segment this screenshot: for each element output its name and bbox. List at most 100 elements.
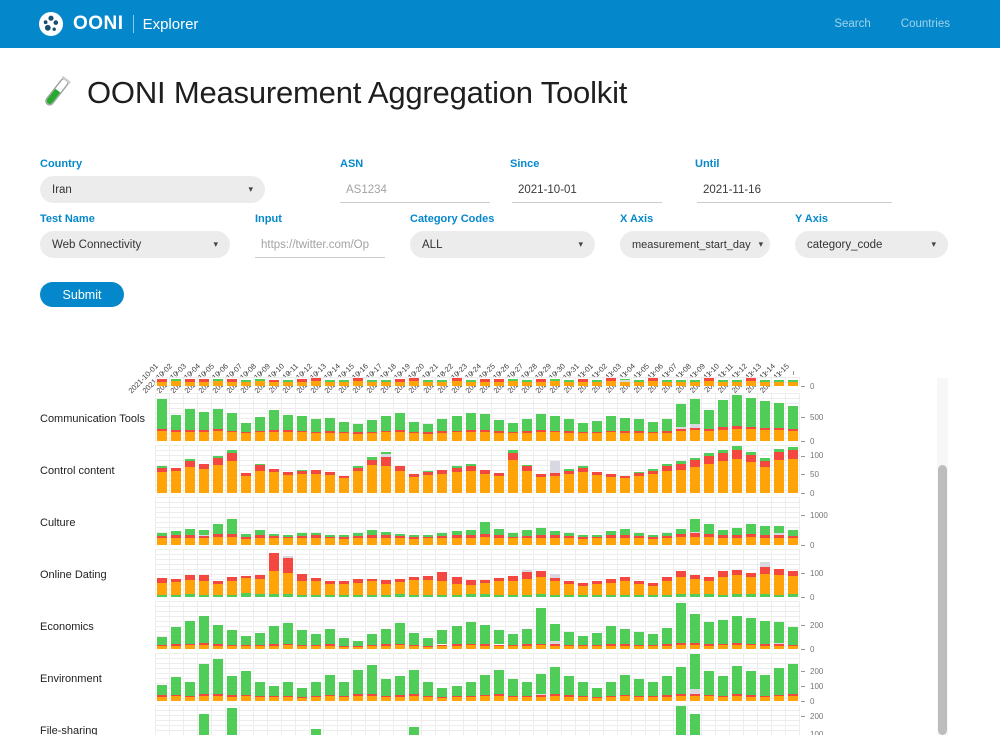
bar-segment-anomaly[interactable] [690,467,700,493]
bar-segment-ok[interactable] [634,679,644,696]
bar-segment-confirmed[interactable] [255,465,265,470]
bar-segment-anomaly[interactable] [550,581,560,594]
bar-segment-ok[interactable] [788,627,798,645]
bar-segment-anomaly[interactable] [606,381,616,386]
bar-segment-confirmed[interactable] [227,453,237,461]
bar-segment-anomaly[interactable] [522,579,532,595]
bar-segment-anomaly[interactable] [157,697,167,702]
bar-segment-anomaly[interactable] [213,537,223,545]
bar-segment-confirmed[interactable] [620,644,630,646]
bar-segment-ok[interactable] [676,380,686,382]
bar-segment-anomaly[interactable] [508,581,518,595]
bar-segment-confirmed[interactable] [409,694,419,696]
bar-segment-anomaly[interactable] [227,382,237,387]
bar-segment-confirmed[interactable] [662,695,672,697]
bar-segment-confirmed[interactable] [648,583,658,585]
bar-segment-confirmed[interactable] [452,577,462,584]
bar-segment-confirmed[interactable] [774,695,784,697]
bar-segment-ok[interactable] [409,535,419,537]
bar-segment-anomaly[interactable] [452,432,462,441]
bar-segment-confirmed[interactable] [592,697,602,698]
bar-segment-confirmed[interactable] [311,378,321,380]
bar-segment-ok[interactable] [564,380,574,382]
bar-segment-ok[interactable] [171,627,181,644]
bar-segment-ok[interactable] [297,630,307,644]
bar-segment-failure[interactable] [550,574,560,578]
test-name-select[interactable]: Web Connectivity ▾ [40,231,230,258]
bar-segment-anomaly[interactable] [676,431,686,441]
bar-segment-anomaly[interactable] [409,477,419,493]
bar-segment-ok[interactable] [241,636,251,646]
bar-segment-confirmed[interactable] [367,535,377,538]
bar-segment-confirmed[interactable] [227,379,237,381]
bar-segment-anomaly[interactable] [550,381,560,386]
bar-segment-anomaly[interactable] [353,538,363,545]
bar-segment-anomaly[interactable] [409,580,419,594]
bar-segment-confirmed[interactable] [297,645,307,646]
bar-segment-confirmed[interactable] [746,427,756,429]
bar-segment-confirmed[interactable] [788,645,798,646]
bar-segment-confirmed[interactable] [536,474,546,477]
bar-segment-anomaly[interactable] [269,432,279,441]
bar-segment-confirmed[interactable] [550,431,560,433]
bar-segment-confirmed[interactable] [241,576,251,578]
bar-segment-ok[interactable] [395,676,405,696]
bar-segment-anomaly[interactable] [241,696,251,701]
bar-segment-anomaly[interactable] [311,538,321,545]
bar-segment-ok[interactable] [788,406,798,429]
bar-segment-anomaly[interactable] [718,461,728,493]
bar-segment-ok[interactable] [550,379,560,381]
bar-segment-ok[interactable] [199,412,209,430]
bar-segment-confirmed[interactable] [662,431,672,433]
bar-segment-anomaly[interactable] [367,382,377,387]
bar-segment-ok[interactable] [774,526,784,533]
bar-segment-ok[interactable] [788,594,798,597]
bar-segment-ok[interactable] [367,530,377,535]
bar-segment-failure[interactable] [774,533,784,536]
bar-segment-confirmed[interactable] [606,695,616,696]
bar-segment-anomaly[interactable] [339,382,349,387]
bar-segment-confirmed[interactable] [171,644,181,646]
bar-segment-ok[interactable] [255,594,265,597]
bar-segment-ok[interactable] [185,459,195,461]
bar-segment-ok[interactable] [325,629,335,645]
bar-segment-anomaly[interactable] [522,382,532,387]
bar-segment-confirmed[interactable] [648,696,658,697]
bar-segment-failure[interactable] [760,562,770,567]
bar-segment-anomaly[interactable] [788,696,798,701]
bar-segment-confirmed[interactable] [690,643,700,645]
bar-segment-confirmed[interactable] [171,535,181,537]
bar-segment-anomaly[interactable] [494,538,504,545]
bar-segment-confirmed[interactable] [732,694,742,696]
bar-segment-ok[interactable] [283,594,293,597]
bar-segment-confirmed[interactable] [466,535,476,538]
bar-segment-confirmed[interactable] [732,426,742,429]
bar-segment-confirmed[interactable] [227,431,237,433]
bar-segment-anomaly[interactable] [536,697,546,702]
bar-segment-confirmed[interactable] [704,577,714,581]
bar-segment-confirmed[interactable] [788,450,798,459]
bar-segment-anomaly[interactable] [227,581,237,594]
bar-segment-confirmed[interactable] [760,428,770,430]
bar-segment-confirmed[interactable] [760,695,770,696]
bar-segment-anomaly[interactable] [690,696,700,701]
bar-segment-anomaly[interactable] [634,584,644,595]
bar-segment-confirmed[interactable] [578,696,588,697]
bar-segment-confirmed[interactable] [353,378,363,380]
bar-segment-confirmed[interactable] [213,458,223,465]
bar-segment-confirmed[interactable] [480,695,490,697]
bar-segment-confirmed[interactable] [452,644,462,646]
bar-segment-anomaly[interactable] [255,538,265,545]
bar-segment-ok[interactable] [213,409,223,430]
bar-segment-ok[interactable] [241,593,251,597]
bar-segment-anomaly[interactable] [185,580,195,594]
bar-segment-ok[interactable] [171,531,181,535]
bar-segment-anomaly[interactable] [620,696,630,701]
bar-segment-ok[interactable] [676,603,686,643]
bar-segment-ok[interactable] [185,621,195,644]
bar-segment-failure[interactable] [550,641,560,644]
bar-segment-anomaly[interactable] [704,464,714,493]
bar-segment-ok[interactable] [466,380,476,382]
bar-segment-anomaly[interactable] [620,478,630,493]
bar-segment-confirmed[interactable] [241,537,251,539]
